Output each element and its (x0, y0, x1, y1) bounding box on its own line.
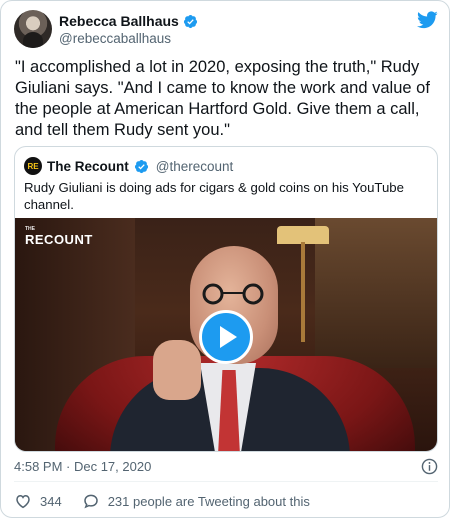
quoted-author-name: The Recount (47, 158, 129, 174)
tweet-actions: 344 231 people are Tweeting about this (14, 492, 310, 510)
video-logo-prefix: THE (25, 226, 35, 232)
quoted-tweet[interactable]: RE The Recount @therecount Rudy Giuliani… (14, 146, 438, 452)
video-logo-text: RECOUNT (25, 232, 93, 247)
glasses (202, 283, 264, 305)
quoted-tweet-text: Rudy Giuliani is doing ads for cigars & … (24, 180, 404, 212)
video-background-window (315, 218, 437, 368)
video-thumbnail[interactable]: THE RECOUNT (15, 218, 437, 451)
verified-badge-icon (183, 14, 197, 28)
like-button[interactable]: 344 (14, 492, 62, 510)
quoted-tweet-header: RE The Recount @therecount (24, 157, 233, 175)
twitter-bird-icon[interactable] (417, 11, 438, 29)
footer-divider (14, 481, 438, 482)
tweet-embed-card: Rebecca Ballhaus @rebeccaballhaus "I acc… (0, 0, 450, 518)
video-logo: THE RECOUNT (25, 226, 93, 247)
conversation-text: 231 people are Tweeting about this (107, 493, 310, 509)
author-name-row: Rebecca Ballhaus (59, 13, 198, 29)
tweet-timestamp[interactable]: 4:58 PM · Dec 17, 2020 (14, 459, 151, 474)
author-name[interactable]: Rebecca Ballhaus (59, 13, 179, 29)
conversation-link[interactable]: 231 people are Tweeting about this (82, 492, 310, 510)
quoted-author-handle: @therecount (155, 158, 234, 174)
like-count: 344 (40, 493, 62, 509)
play-icon[interactable] (199, 310, 253, 364)
author-avatar[interactable] (14, 10, 52, 48)
lamp-pole (301, 242, 305, 342)
speech-bubble-icon (83, 494, 98, 509)
hand (153, 340, 201, 400)
tweet-text: "I accomplished a lot in 2020, exposing … (15, 58, 430, 139)
info-icon[interactable] (421, 458, 438, 475)
verified-badge-icon (134, 159, 148, 173)
author-handle[interactable]: @rebeccaballhaus (59, 31, 171, 46)
heart-icon (16, 494, 30, 509)
quoted-author-avatar: RE (24, 157, 42, 175)
